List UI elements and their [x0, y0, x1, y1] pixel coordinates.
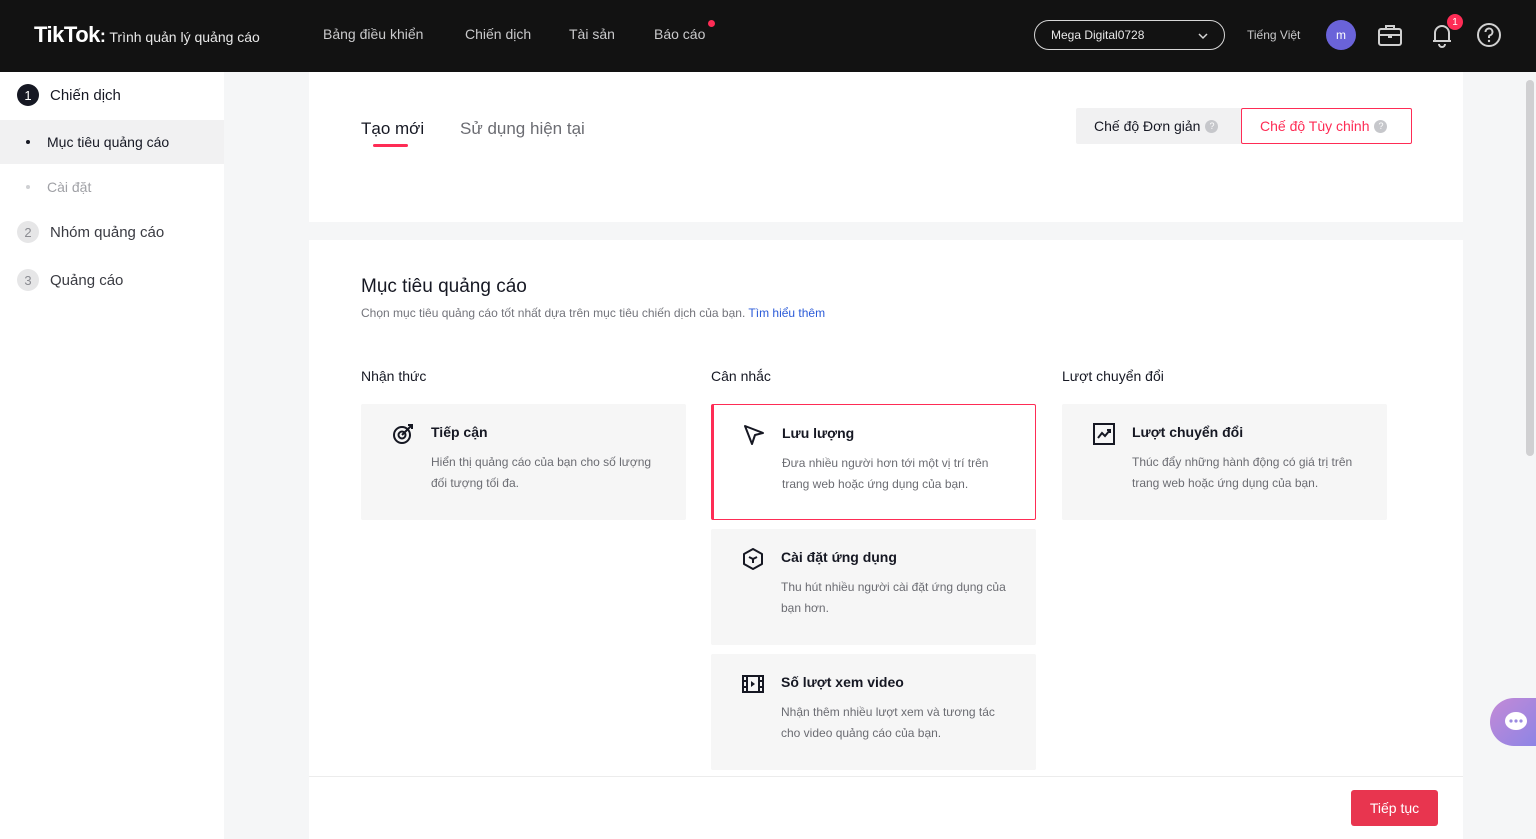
campaign-type-card — [309, 72, 1463, 222]
film-icon — [742, 675, 764, 693]
nav-campaign[interactable]: Chiến dịch — [465, 26, 531, 42]
sidebar-item-label: Mục tiêu quảng cáo — [47, 134, 170, 150]
sidebar-item-settings[interactable]: Cài đặt — [0, 165, 224, 209]
bullet — [26, 185, 30, 189]
help-icon[interactable] — [1476, 22, 1502, 48]
objective-desc: Thúc đẩy những hành động có giá trị trên… — [1132, 455, 1353, 490]
objective-desc: Nhận thêm nhiều lượt xem và tương tác ch… — [781, 705, 995, 740]
page-scrollbar[interactable] — [1526, 80, 1534, 456]
sidebar-item-objective[interactable]: Mục tiêu quảng cáo — [0, 120, 224, 164]
sidebar: 1 Chiến dịch Mục tiêu quảng cáo Cài đặt … — [0, 72, 224, 839]
tab-use-existing[interactable]: Sử dụng hiện tại — [460, 119, 585, 139]
objective-description: Chọn mục tiêu quảng cáo tốt nhất dựa trê… — [361, 306, 825, 320]
trend-chart-icon — [1093, 423, 1115, 445]
avatar[interactable]: m — [1326, 20, 1356, 50]
chat-icon — [1505, 712, 1527, 730]
notification-badge: 1 — [1447, 14, 1463, 30]
question-icon[interactable]: ? — [1205, 119, 1219, 133]
step-label: Nhóm quảng cáo — [50, 223, 165, 241]
objective-title: Lượt chuyển đổi — [1132, 424, 1244, 440]
simple-mode-button[interactable]: Chế độ Đơn giản ? — [1076, 108, 1242, 144]
objective-title: Mục tiêu quảng cáo — [361, 276, 527, 297]
objective-desc: Hiển thị quảng cáo của bạn cho số lượng … — [431, 455, 652, 490]
objective-reach[interactable]: Tiếp cận Hiển thị quảng cáo của bạn cho … — [361, 404, 686, 520]
chat-support-button[interactable] — [1490, 698, 1536, 746]
step-number: 1 — [17, 84, 39, 106]
objective-conversions[interactable]: Lượt chuyển đổi Thúc đẩy những hành động… — [1062, 404, 1387, 520]
reports-new-dot — [708, 20, 715, 27]
question-icon[interactable]: ? — [1374, 119, 1388, 133]
step-campaign[interactable]: 1 Chiến dịch — [17, 84, 121, 106]
top-navbar: TikTok : Trình quản lý quảng cáo Bảng đi… — [0, 0, 1536, 72]
brand-subtitle: Trình quản lý quảng cáo — [109, 29, 260, 45]
nav-dashboard[interactable]: Bảng điều khiển — [323, 26, 423, 42]
column-awareness: Nhận thức — [361, 368, 427, 384]
bullet — [26, 140, 30, 144]
step-ad-group[interactable]: 2 Nhóm quảng cáo — [17, 221, 164, 243]
objective-desc: Đưa nhiều người hơn tới một vị trí trên … — [782, 456, 989, 491]
custom-mode-label: Chế độ Tùy chỉnh — [1260, 118, 1370, 134]
briefcase-icon[interactable] — [1377, 22, 1403, 48]
account-name: Mega Digital0728 — [1051, 28, 1145, 42]
objective-title: Lưu lượng — [782, 425, 855, 441]
target-icon — [393, 424, 413, 444]
step-label: Chiến dịch — [50, 86, 121, 104]
objective-title: Cài đặt ứng dụng — [781, 549, 897, 565]
footer-bar — [309, 776, 1463, 839]
nav-reports[interactable]: Báo cáo — [654, 26, 705, 42]
sidebar-item-label: Cài đặt — [47, 179, 92, 195]
step-number: 3 — [17, 269, 39, 291]
objective-app-install[interactable]: Cài đặt ứng dụng Thu hút nhiều người cài… — [711, 529, 1036, 645]
learn-more-link[interactable]: Tìm hiểu thêm — [748, 306, 825, 320]
continue-button[interactable]: Tiếp tục — [1351, 790, 1438, 826]
step-ad[interactable]: 3 Quảng cáo — [17, 269, 123, 291]
step-label: Quảng cáo — [50, 271, 124, 289]
tab-create-new[interactable]: Tạo mới — [361, 119, 424, 139]
simple-mode-label: Chế độ Đơn giản — [1094, 118, 1201, 134]
active-tab-indicator — [373, 144, 408, 147]
objective-video-views[interactable]: Số lượt xem video Nhận thêm nhiều lượt x… — [711, 654, 1036, 770]
tiktok-wordmark: TikTok — [34, 22, 100, 47]
objective-title: Tiếp cận — [431, 424, 488, 440]
objective-title: Số lượt xem video — [781, 674, 904, 690]
cursor-arrow-icon — [744, 425, 764, 445]
column-conversion: Lượt chuyển đổi — [1062, 368, 1164, 384]
account-selector[interactable]: Mega Digital0728 — [1034, 20, 1225, 50]
objective-desc: Thu hút nhiều người cài đặt ứng dụng của… — [781, 580, 1006, 615]
column-consideration: Cân nhắc — [711, 368, 771, 384]
objective-traffic[interactable]: Lưu lượng Đưa nhiều người hơn tới một vị… — [711, 404, 1036, 520]
objective-desc-text: Chọn mục tiêu quảng cáo tốt nhất dựa trê… — [361, 306, 746, 320]
cube-icon — [743, 548, 763, 570]
language-switcher[interactable]: Tiếng Việt — [1247, 28, 1300, 42]
brand-separator: : — [99, 26, 106, 46]
brand-logo[interactable]: TikTok : Trình quản lý quảng cáo — [34, 22, 260, 48]
step-number: 2 — [17, 221, 39, 243]
nav-assets[interactable]: Tài sản — [569, 26, 615, 42]
chevron-down-icon — [1198, 33, 1208, 40]
custom-mode-button[interactable]: Chế độ Tùy chỉnh ? — [1241, 108, 1412, 144]
